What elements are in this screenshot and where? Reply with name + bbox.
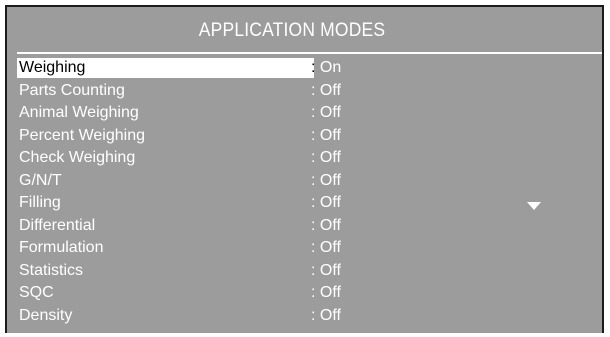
mode-value: : Off bbox=[311, 126, 341, 144]
mode-label: Density bbox=[19, 306, 73, 324]
mode-label: Filling bbox=[19, 194, 61, 211]
mode-label: Percent Weighing bbox=[19, 126, 145, 144]
mode-value: : Off bbox=[311, 261, 341, 279]
mode-value: : Off bbox=[311, 81, 341, 99]
mode-label: Differential bbox=[19, 216, 96, 234]
mode-item-percent-weighing[interactable]: Percent Weighing : Off bbox=[17, 125, 602, 148]
application-modes-screen: APPLICATION MODES Weighing : On Parts Co… bbox=[5, 5, 604, 333]
mode-item-statistics[interactable]: Statistics : Off bbox=[17, 260, 602, 283]
mode-value: : Off bbox=[311, 239, 341, 256]
triangle-down-icon[interactable] bbox=[527, 202, 541, 210]
mode-label: Parts Counting bbox=[19, 81, 125, 99]
mode-value: : Off bbox=[311, 149, 341, 166]
page-title: APPLICATION MODES bbox=[198, 20, 386, 41]
mode-item-formulation[interactable]: Formulation : Off bbox=[17, 237, 602, 260]
mode-item-sqc[interactable]: SQC : Off bbox=[17, 282, 602, 305]
mode-item-weighing[interactable]: Weighing : On bbox=[17, 57, 602, 80]
mode-label: G/N/T bbox=[19, 171, 62, 189]
mode-value: : Off bbox=[311, 194, 341, 211]
mode-value: : Off bbox=[311, 104, 341, 121]
mode-value-text: On bbox=[315, 59, 342, 76]
mode-item-gnt[interactable]: G/N/T : Off bbox=[17, 170, 602, 193]
mode-item-check-weighing[interactable]: Check Weighing : Off bbox=[17, 147, 602, 170]
mode-value: : Off bbox=[311, 171, 341, 189]
mode-value: : Off bbox=[311, 216, 341, 234]
mode-item-density[interactable]: Density : Off bbox=[17, 305, 602, 328]
mode-value: : On bbox=[311, 57, 341, 80]
mode-item-animal-weighing[interactable]: Animal Weighing : Off bbox=[17, 102, 602, 125]
mode-item-parts-counting[interactable]: Parts Counting : Off bbox=[17, 80, 602, 103]
mode-label: Formulation bbox=[19, 239, 104, 256]
mode-label: Animal Weighing bbox=[19, 104, 139, 121]
mode-list: Weighing : On Parts Counting : Off Anima… bbox=[17, 57, 602, 328]
title-divider bbox=[17, 52, 602, 54]
mode-label: Weighing bbox=[19, 59, 86, 76]
mode-value: : Off bbox=[311, 284, 341, 301]
mode-label: Statistics bbox=[19, 261, 84, 279]
mode-value: : Off bbox=[311, 306, 341, 324]
mode-item-filling[interactable]: Filling : Off bbox=[17, 192, 602, 215]
mode-label: SQC bbox=[19, 284, 54, 301]
mode-label: Check Weighing bbox=[19, 149, 136, 166]
mode-item-differential[interactable]: Differential : Off bbox=[17, 215, 602, 238]
